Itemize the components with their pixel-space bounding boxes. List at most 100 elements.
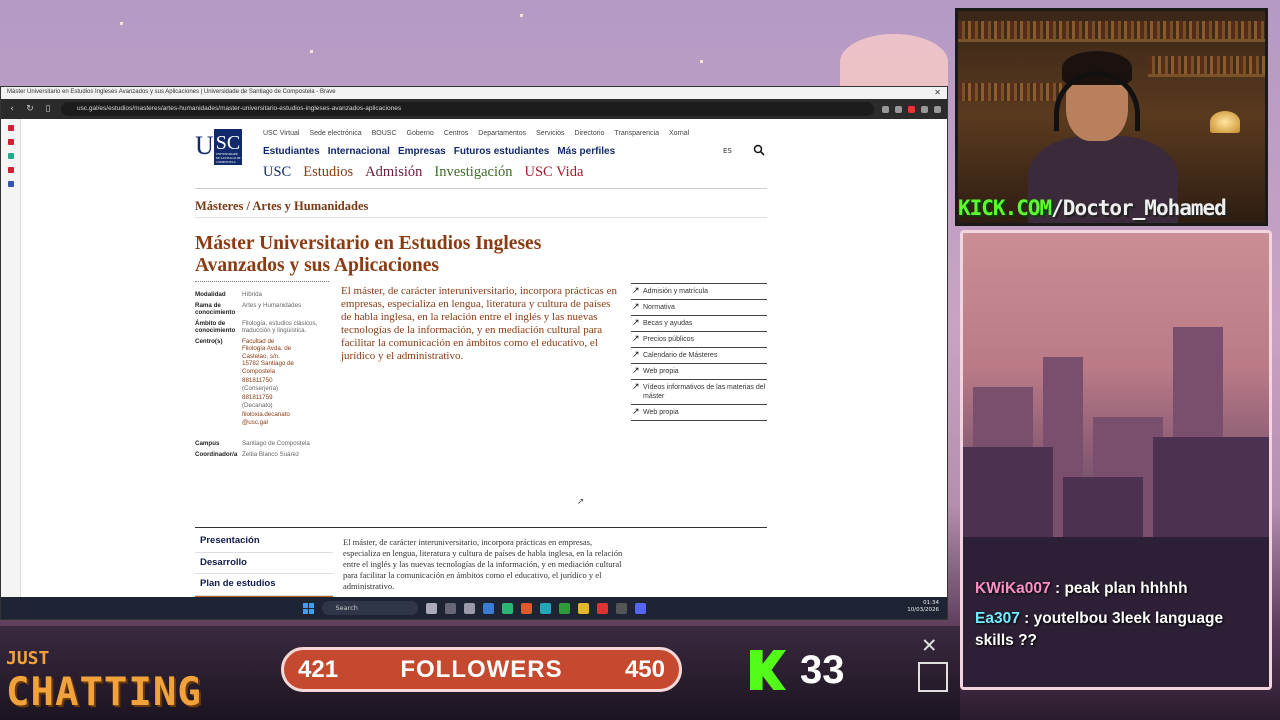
- file-explorer-icon[interactable]: [425, 602, 437, 614]
- breadcrumb[interactable]: Másteres / Artes y Humanidades: [195, 199, 368, 214]
- fact-key: Campus: [195, 440, 220, 447]
- menu-icon[interactable]: [934, 105, 941, 113]
- bookmark-icon[interactable]: ▯: [43, 104, 53, 114]
- followers-goal: 450: [624, 655, 665, 683]
- sidebar-app-icon[interactable]: [7, 125, 14, 131]
- shelf: [1148, 74, 1265, 77]
- link-normativa[interactable]: ↗ Normativa: [631, 299, 767, 315]
- topnav-directorio[interactable]: Directorio: [575, 130, 605, 137]
- discord-icon[interactable]: [634, 602, 646, 614]
- chat-username: KWiKa007: [975, 580, 1051, 597]
- main-nav: Estudiantes Internacional Empresas Futur…: [263, 146, 615, 157]
- nav-internacional[interactable]: Internacional: [328, 146, 390, 157]
- topnav-centros[interactable]: Centros: [444, 130, 469, 137]
- fact-key: Modalidad: [195, 291, 226, 298]
- obs-icon[interactable]: [596, 602, 608, 614]
- close-icon[interactable]: ✕: [934, 88, 941, 97]
- sidebar-app-icon[interactable]: [7, 167, 14, 173]
- topnav-goberno[interactable]: Goberno: [407, 130, 434, 137]
- share-icon[interactable]: [895, 105, 902, 113]
- window-pixel-icon: [918, 662, 948, 692]
- category-prefix: JUST: [6, 648, 50, 669]
- sidebar-app-icon[interactable]: [7, 181, 14, 187]
- brave-icon[interactable]: [520, 602, 532, 614]
- app-icon[interactable]: [539, 602, 551, 614]
- settings-icon[interactable]: [463, 602, 475, 614]
- secnav-admision[interactable]: Admisión: [365, 164, 422, 181]
- shelf: [958, 39, 1265, 42]
- back-icon[interactable]: ‹: [7, 104, 17, 114]
- arrow-icon: ↗: [632, 333, 640, 343]
- taskbar-search[interactable]: Search: [321, 601, 418, 615]
- link-web-propia-2[interactable]: ↗ Web propia: [631, 404, 767, 421]
- fact-value: Híbrida: [242, 291, 262, 298]
- arrow-icon: ↗: [632, 301, 640, 311]
- link-admision[interactable]: ↗ Admisión y matrícula: [631, 283, 767, 299]
- secnav-usc-vida[interactable]: USC Vida: [525, 164, 584, 181]
- chat-message: Ea307 : youtelbou 3leek language skills …: [975, 608, 1245, 652]
- folder-icon[interactable]: [577, 602, 589, 614]
- topnav-servicios[interactable]: Servicios: [536, 130, 564, 137]
- star-decoration: [700, 60, 703, 63]
- divider: [195, 281, 329, 282]
- secnav-estudios[interactable]: Estudios: [303, 164, 353, 181]
- viewer-count: 33: [800, 648, 845, 692]
- nav-mas-perfiles[interactable]: Más perfiles: [557, 146, 615, 157]
- tab-desarrollo[interactable]: Desarrollo: [195, 553, 333, 574]
- fact-row: Modalidad Híbrida: [195, 291, 335, 299]
- language-select[interactable]: ES: [723, 147, 732, 155]
- fact-value: Facultad de Filología Avda. de Castelao,…: [242, 338, 335, 427]
- reload-icon[interactable]: ↻: [25, 104, 35, 114]
- topnav-xornal[interactable]: Xornal: [669, 130, 689, 137]
- phone-link[interactable]: 881811750: [242, 377, 335, 385]
- logo-caption: UNIVERSIDADE DE SANTIAGO DE COMPOSTELA: [215, 152, 241, 164]
- link-becas[interactable]: ↗ Becas y ayudas: [631, 315, 767, 331]
- phone-link[interactable]: 881811759: [242, 394, 335, 402]
- link-videos[interactable]: ↗ Vídeos informativos de las materias del…: [631, 379, 767, 404]
- link-calendario[interactable]: ↗ Calendario de Másteres: [631, 347, 767, 363]
- windows-start-icon[interactable]: [302, 602, 314, 614]
- link-label: Web propia: [643, 409, 679, 416]
- address-bar[interactable]: usc.gal/es/estudios/masteres/artes-human…: [61, 102, 874, 116]
- phone-label: (Conserjería): [242, 384, 279, 392]
- arrow-icon: ↗: [632, 285, 640, 295]
- tab-presentacion[interactable]: Presentación: [195, 531, 333, 553]
- translate-icon[interactable]: [882, 105, 889, 113]
- sidebar-app-icon[interactable]: [7, 139, 14, 145]
- centre-link[interactable]: Facultad de Filología Avda. de Castelao,…: [242, 338, 298, 376]
- topnav-departamentos[interactable]: Departamentos: [478, 130, 526, 137]
- secnav-usc[interactable]: USC: [263, 164, 291, 181]
- sidebar-app-icon[interactable]: [7, 153, 14, 159]
- topnav-bousc[interactable]: BOUSC: [372, 130, 397, 137]
- nav-empresas[interactable]: Empresas: [398, 146, 446, 157]
- phone-label: (Decanato): [242, 401, 273, 409]
- fact-key: Centro(s): [195, 337, 223, 345]
- search-icon[interactable]: [753, 144, 765, 156]
- secnav-investigacion[interactable]: Investigación: [434, 164, 512, 181]
- nav-futuros[interactable]: Futuros estudiantes: [454, 146, 550, 157]
- app-icon[interactable]: [615, 602, 627, 614]
- topnav-usc-virtual[interactable]: USC Virtual: [263, 130, 299, 137]
- topnav-sede[interactable]: Sede electrónica: [309, 130, 361, 137]
- top-nav: USC Virtual Sede electrónica BOUSC Gober…: [263, 130, 689, 137]
- topnav-transparencia[interactable]: Transparencia: [615, 130, 660, 137]
- taskbar-clock[interactable]: 01:34 10/03/2026: [907, 600, 939, 614]
- tab-plan-estudios[interactable]: Plan de estudios: [195, 574, 333, 596]
- email-link[interactable]: filoloxia.decanato @usc.gal: [242, 411, 300, 426]
- usc-logo[interactable]: U SC UNIVERSIDADE DE SANTIAGO DE COMPOSTE…: [195, 129, 251, 165]
- brave-shield-icon[interactable]: [908, 105, 915, 113]
- cat-decoration: [840, 34, 948, 90]
- logo-letter: U: [195, 131, 214, 160]
- fact-key: Ámbito de conocimiento: [195, 319, 236, 335]
- star-decoration: [310, 50, 313, 53]
- excel-icon[interactable]: [558, 602, 570, 614]
- chrome-icon[interactable]: [501, 602, 513, 614]
- edge-icon[interactable]: [482, 602, 494, 614]
- link-web-propia[interactable]: ↗ Web propia: [631, 363, 767, 379]
- link-precios[interactable]: ↗ Precios públicos: [631, 331, 767, 347]
- kick-prefix: KICK.COM: [958, 196, 1052, 220]
- link-label: Calendario de Másteres: [643, 352, 718, 359]
- calculator-icon[interactable]: [444, 602, 456, 614]
- nav-estudiantes[interactable]: Estudiantes: [263, 146, 320, 157]
- extensions-icon[interactable]: [921, 105, 928, 113]
